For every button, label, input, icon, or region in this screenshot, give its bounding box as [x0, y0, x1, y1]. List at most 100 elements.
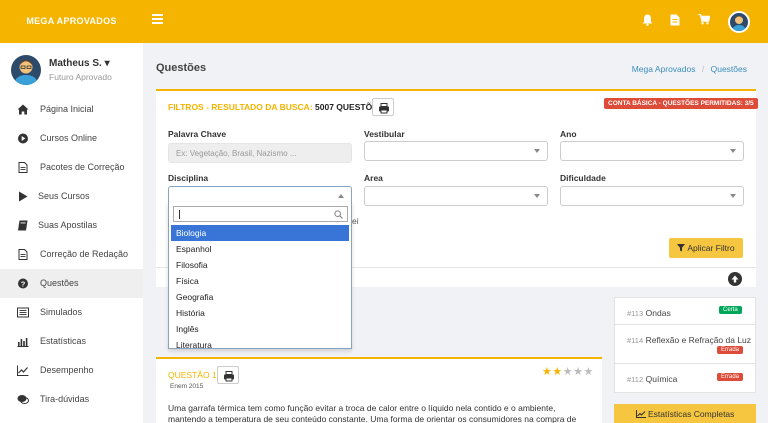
keyword-label: Palavra Chave	[168, 129, 227, 139]
sidebar-item-suas-apostilas[interactable]: Suas Apostilas	[0, 211, 143, 240]
chevron-up-icon	[338, 194, 344, 198]
question-rating[interactable]: ★★★★★	[542, 365, 594, 378]
chevron-down-icon	[730, 149, 736, 153]
sidebar-item-label: Desempenho	[40, 365, 94, 375]
breadcrumb: Mega Aprovados / Questões	[632, 64, 747, 74]
dropdown-option-geografia[interactable]: Geografia	[171, 289, 349, 305]
comments-icon	[17, 395, 29, 404]
breadcrumb-home[interactable]: Mega Aprovados	[632, 64, 696, 74]
sidebar-item-tira-duvidas[interactable]: Tira-dúvidas	[0, 385, 143, 414]
star-icon[interactable]: ★	[584, 366, 594, 378]
sidebar-item-pacotes-de-correcao[interactable]: Pacotes de Correção	[0, 153, 143, 182]
line-chart-icon	[17, 365, 29, 376]
apply-filter-label: Aplicar Filtro	[687, 243, 735, 253]
print-icon	[224, 371, 234, 382]
search-icon	[334, 210, 343, 219]
dropdown-option-espanhol[interactable]: Espanhol	[171, 241, 349, 257]
sidebar-item-cursos-online[interactable]: Cursos Online	[0, 124, 143, 153]
bell-icon[interactable]	[642, 14, 653, 26]
print-question-button[interactable]	[217, 366, 239, 384]
scroll-up-button[interactable]	[728, 272, 742, 286]
dropdown-option-historia[interactable]: História	[171, 305, 349, 321]
brand-logo[interactable]: MEGA APROVADOS	[0, 0, 143, 43]
filter-title: FILTROS - RESULTADO DA BUSCA: 5007 QUEST…	[168, 102, 389, 112]
vestibular-select[interactable]	[364, 141, 548, 161]
area-label: Area	[364, 173, 383, 183]
recent-question-number: #114	[627, 336, 644, 345]
recent-question-name: Química	[645, 374, 678, 384]
sidebar-item-label: Questões	[40, 278, 79, 288]
breadcrumb-separator: /	[701, 64, 705, 74]
star-icon[interactable]: ★	[552, 366, 562, 378]
sidebar-item-estatisticas[interactable]: Estatísticas	[0, 327, 143, 356]
book-icon	[18, 220, 28, 231]
arrow-up-icon	[731, 275, 739, 283]
play-icon	[19, 191, 28, 202]
area-select[interactable]	[364, 186, 548, 206]
sidebar-item-simulados[interactable]: Simulados	[0, 298, 143, 327]
question-text: Uma garrafa térmica tem como função evit…	[168, 403, 577, 423]
apply-filter-button[interactable]: Aplicar Filtro	[669, 238, 743, 258]
menu-toggle-icon[interactable]	[152, 14, 163, 24]
recent-question-number: #112	[627, 375, 644, 384]
user-name[interactable]: Matheus S. ▾	[49, 58, 110, 69]
sidebar-item-questoes[interactable]: ? Questões	[0, 269, 143, 298]
question-circle-icon: ?	[18, 278, 28, 289]
sidebar-item-label: Página Inicial	[40, 104, 94, 114]
star-icon[interactable]: ★	[542, 366, 552, 378]
sidebar-item-desempenho[interactable]: Desempenho	[0, 356, 143, 385]
document-icon[interactable]	[670, 14, 680, 26]
dropdown-option-ingles[interactable]: Inglês	[171, 321, 349, 337]
sidebar-item-label: Seus Cursos	[38, 191, 90, 201]
star-icon[interactable]: ★	[573, 366, 583, 378]
status-badge: Errada	[717, 346, 744, 354]
status-badge: Errada	[717, 373, 744, 381]
disciplina-dropdown: Biologia Espanhol Filosofia Física Geogr…	[168, 202, 352, 349]
breadcrumb-current[interactable]: Questões	[711, 64, 747, 74]
filter-hint-fragment: ei	[352, 216, 359, 226]
sidebar-item-label: Correção de Redação	[40, 249, 129, 259]
sidebar-item-pagina-inicial[interactable]: Página Inicial	[0, 95, 143, 124]
line-chart-icon	[635, 410, 646, 418]
recent-question-item[interactable]: #113 Ondas Certa	[614, 297, 756, 325]
question-number: QUESTÃO 1	[168, 370, 217, 380]
avatar	[11, 55, 41, 85]
recent-question-name: Ondas	[645, 308, 671, 318]
filter-title-prefix: FILTROS - RESULTADO DA BUSCA:	[168, 102, 313, 112]
user-panel: Matheus S. ▾ Futuro Aprovado	[0, 43, 143, 93]
user-role: Futuro Aprovado	[49, 72, 112, 82]
sidebar-item-label: Estatísticas	[40, 336, 87, 346]
print-results-button[interactable]	[372, 98, 394, 116]
sidebar-item-correcao-de-redacao[interactable]: Correção de Redação	[0, 240, 143, 269]
vestibular-label: Vestibular	[364, 129, 405, 139]
text-cursor	[179, 210, 180, 219]
sidebar-item-seus-cursos[interactable]: Seus Cursos	[0, 182, 143, 211]
dropdown-option-fisica[interactable]: Física	[171, 273, 349, 289]
keyword-input[interactable]: Ex: Vegetação, Brasil, Nazismo ...	[168, 143, 352, 163]
full-stats-button[interactable]: Estatísticas Completas	[614, 404, 756, 423]
sidebar-item-label: Simulados	[40, 307, 83, 317]
star-icon[interactable]: ★	[563, 366, 573, 378]
dropdown-option-filosofia[interactable]: Filosofia	[171, 257, 349, 273]
sidebar-item-label: Tira-dúvidas	[40, 394, 90, 404]
disciplina-label: Disciplina	[168, 173, 209, 183]
dropdown-option-biologia[interactable]: Biologia	[171, 225, 349, 241]
dificuldade-label: Dificuldade	[560, 173, 606, 183]
recent-question-number: #113	[627, 309, 644, 318]
svg-text:?: ?	[21, 279, 26, 288]
user-avatar-top[interactable]	[728, 11, 750, 33]
chevron-down-icon	[730, 194, 736, 198]
recent-question-item[interactable]: #114 Reflexão e Refração da Luz Errada	[614, 324, 756, 364]
recent-question-item[interactable]: #112 Química Errada	[614, 363, 756, 393]
dropdown-search-input[interactable]	[173, 206, 348, 222]
chevron-down-icon	[534, 194, 540, 198]
status-badge: Certa	[719, 306, 742, 314]
list-icon	[17, 307, 29, 318]
page-title: Questões	[156, 62, 207, 74]
question-exam: Enem 2015	[170, 383, 204, 390]
dificuldade-select[interactable]	[560, 186, 744, 206]
ano-select[interactable]	[560, 141, 744, 161]
bar-chart-icon	[17, 338, 29, 347]
cart-icon[interactable]	[698, 14, 710, 25]
dropdown-option-literatura[interactable]: Literatura	[171, 337, 349, 348]
